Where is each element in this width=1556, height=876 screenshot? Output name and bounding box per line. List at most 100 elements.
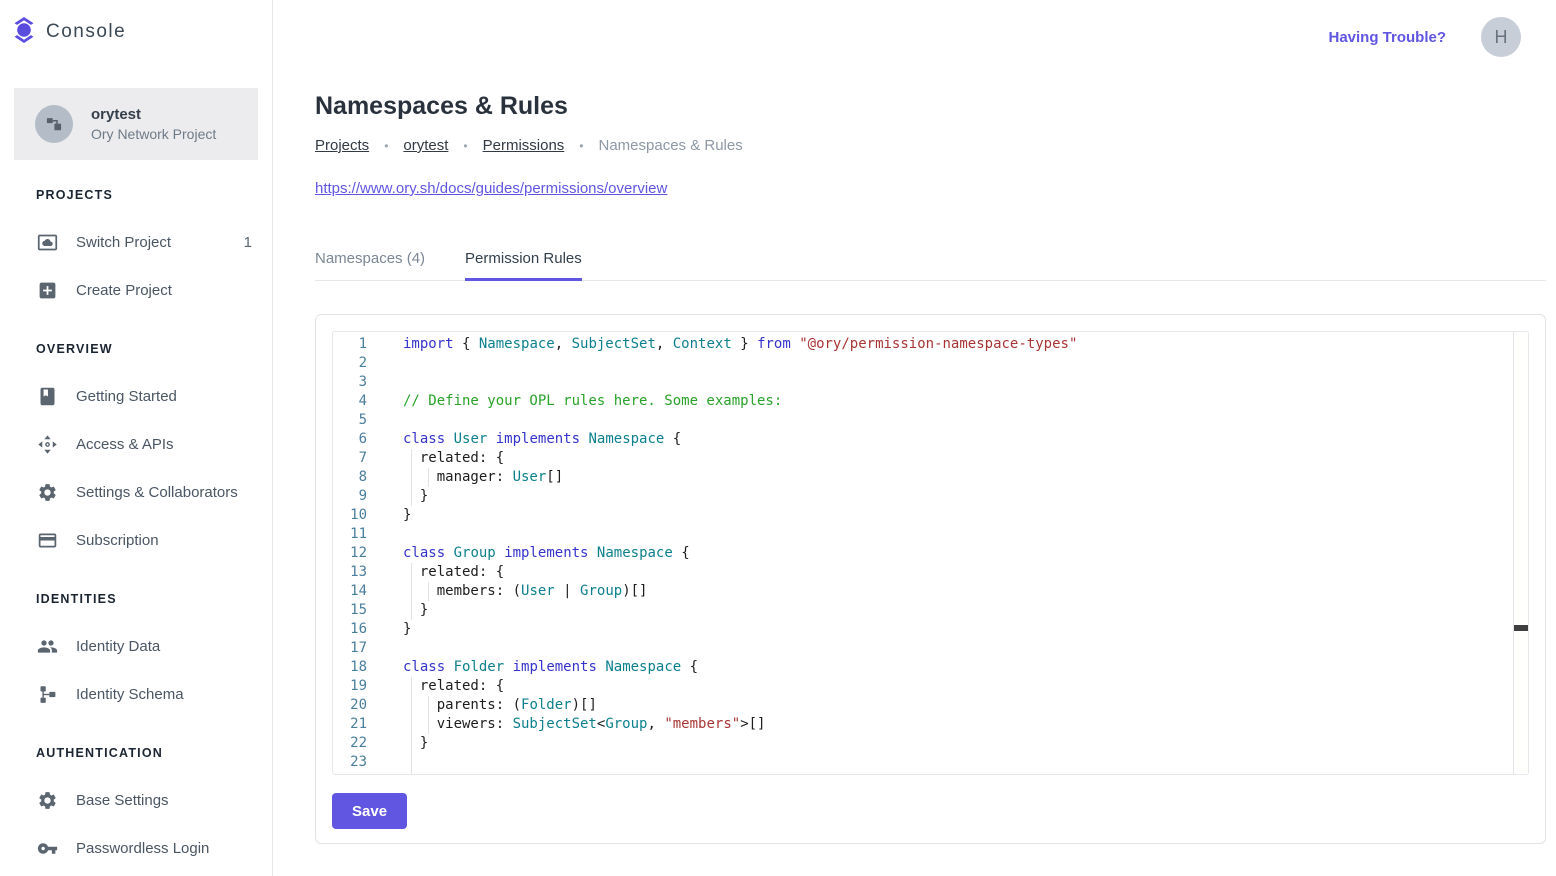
- page-title: Namespaces & Rules: [315, 92, 1546, 121]
- section-header: AUTHENTICATION: [0, 744, 272, 762]
- sidebar-item-access-apis[interactable]: Access & APIs: [0, 420, 272, 468]
- ory-logo-icon: [12, 15, 36, 50]
- sidebar-item-label: Create Project: [76, 282, 172, 299]
- line-number: 22: [333, 734, 376, 753]
- sidebar-item-base-settings[interactable]: Base Settings: [0, 776, 272, 824]
- section-header: OVERVIEW: [0, 340, 272, 358]
- code-line: 3: [333, 373, 1528, 392]
- page-content: Namespaces & Rules Projects • orytest • Perm…: [273, 74, 1556, 844]
- breadcrumb-item[interactable]: orytest: [403, 137, 448, 154]
- code-text: members: (User | Group)[]: [376, 582, 1528, 601]
- code-line: 9 }: [333, 487, 1528, 506]
- sidebar-item-switch-project[interactable]: Switch Project1: [0, 218, 272, 266]
- line-number: 8: [333, 468, 376, 487]
- sidebar-nav: PROJECTSSwitch Project1Create ProjectOVE…: [0, 186, 272, 872]
- code-line: 20 parents: (Folder)[]: [333, 696, 1528, 715]
- line-number: 2: [333, 354, 376, 373]
- line-number: 23: [333, 753, 376, 772]
- code-text: }: [376, 734, 1528, 753]
- code-line: 21 viewers: SubjectSet<Group, "members">…: [333, 715, 1528, 734]
- code-line: 1import { Namespace, SubjectSet, Context…: [333, 335, 1528, 354]
- code-text: }: [376, 620, 1528, 639]
- indent-guide: [411, 734, 412, 753]
- code-text: class Folder implements Namespace {: [376, 658, 1528, 677]
- doc-link[interactable]: https://www.ory.sh/docs/guides/permissio…: [315, 180, 667, 197]
- item-badge: 1: [244, 234, 252, 251]
- line-number: 5: [333, 411, 376, 430]
- sidebar-item-getting-started[interactable]: Getting Started: [0, 372, 272, 420]
- code-text: permits = {: [376, 772, 1528, 775]
- sidebar-item-label: Base Settings: [76, 792, 169, 809]
- scrollbar-thumb[interactable]: [1514, 625, 1528, 631]
- project-name: orytest: [91, 106, 216, 123]
- indent-guide: [428, 468, 429, 487]
- code-text: class Group implements Namespace {: [376, 544, 1528, 563]
- sidebar-section: PROJECTSSwitch Project1Create Project: [0, 186, 272, 314]
- breadcrumb: Projects•orytest•Permissions•Namespaces …: [315, 137, 1546, 154]
- code-text: parents: (Folder)[]: [376, 696, 1528, 715]
- line-number: 6: [333, 430, 376, 449]
- indent-guide: [411, 468, 412, 487]
- line-number: 15: [333, 601, 376, 620]
- app-root: Console orytest Ory Network Project PROJ…: [0, 0, 1556, 876]
- sidebar-item-create-project[interactable]: Create Project: [0, 266, 272, 314]
- code-editor[interactable]: 1import { Namespace, SubjectSet, Context…: [332, 331, 1529, 775]
- sidebar-item-label: Identity Schema: [76, 686, 184, 703]
- code-line: 13 related: {: [333, 563, 1528, 582]
- code-text: related: {: [376, 677, 1528, 696]
- sidebar-item-identity-schema[interactable]: Identity Schema: [0, 670, 272, 718]
- indent-guide: [411, 677, 412, 696]
- sidebar-item-identity-data[interactable]: Identity Data: [0, 622, 272, 670]
- brand[interactable]: Console: [0, 0, 272, 64]
- sidebar-item-label: Subscription: [76, 532, 159, 549]
- sidebar-item-label: Passwordless Login: [76, 840, 209, 857]
- settings-icon: [36, 481, 58, 503]
- sidebar-item-passwordless-login[interactable]: Passwordless Login: [0, 824, 272, 872]
- code-line: 8 manager: User[]: [333, 468, 1528, 487]
- code-text: class User implements Namespace {: [376, 430, 1528, 449]
- topbar: Having Trouble? H: [273, 0, 1556, 74]
- line-number: 16: [333, 620, 376, 639]
- breadcrumb-item[interactable]: Permissions: [483, 137, 565, 154]
- editor-scrollbar[interactable]: [1513, 332, 1528, 774]
- breadcrumb-separator: •: [384, 139, 388, 153]
- code-text: }: [376, 487, 1528, 506]
- code-line: 5: [333, 411, 1528, 430]
- line-number: 19: [333, 677, 376, 696]
- breadcrumb-item[interactable]: Projects: [315, 137, 369, 154]
- sidebar-item-settings-collaborators[interactable]: Settings & Collaborators: [0, 468, 272, 516]
- code-text: // Define your OPL rules here. Some exam…: [376, 392, 1528, 411]
- identity-data-icon: [36, 635, 58, 657]
- line-number: 20: [333, 696, 376, 715]
- sitemap-icon: [44, 114, 64, 134]
- line-number: 13: [333, 563, 376, 582]
- indent-guide: [411, 601, 412, 620]
- breadcrumb-separator: •: [579, 139, 583, 153]
- tab-permission-rules[interactable]: Permission Rules: [465, 250, 582, 280]
- tabs: Namespaces (4) Permission Rules: [315, 250, 1546, 281]
- section-header: IDENTITIES: [0, 590, 272, 608]
- code-line: 2: [333, 354, 1528, 373]
- project-avatar: [35, 105, 73, 143]
- breadcrumb-item: Namespaces & Rules: [599, 137, 743, 154]
- sidebar-item-label: Settings & Collaborators: [76, 484, 238, 501]
- sidebar-item-subscription[interactable]: Subscription: [0, 516, 272, 564]
- indent-guide: [428, 582, 429, 601]
- code-line: 24 permits = {: [333, 772, 1528, 775]
- indent-guide: [411, 715, 412, 734]
- identity-schema-icon: [36, 683, 58, 705]
- indent-guide: [411, 772, 412, 775]
- user-avatar[interactable]: H: [1481, 17, 1521, 57]
- current-project[interactable]: orytest Ory Network Project: [14, 88, 258, 160]
- code-line: 4// Define your OPL rules here. Some exa…: [333, 392, 1528, 411]
- code-line: 14 members: (User | Group)[]: [333, 582, 1528, 601]
- code-text: [376, 354, 1528, 373]
- code-line: 10}: [333, 506, 1528, 525]
- save-button[interactable]: Save: [332, 793, 407, 829]
- tab-namespaces-4[interactable]: Namespaces (4): [315, 250, 425, 280]
- help-link[interactable]: Having Trouble?: [1328, 29, 1446, 46]
- sidebar-section: OVERVIEW Getting StartedAccess & APIs Sett…: [0, 340, 272, 564]
- line-number: 7: [333, 449, 376, 468]
- line-number: 24: [333, 772, 376, 775]
- line-number: 17: [333, 639, 376, 658]
